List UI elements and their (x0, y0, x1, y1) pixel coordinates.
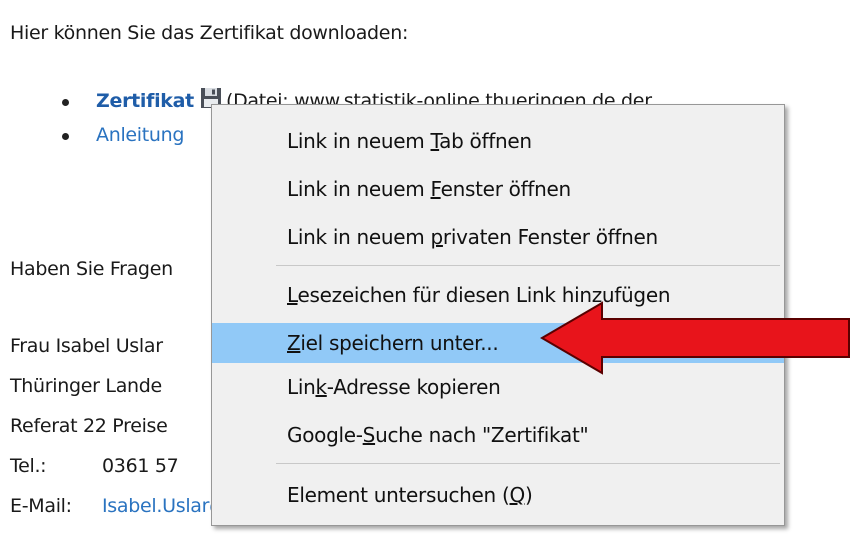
intro-text: Hier können Sie das Zertifikat downloade… (10, 22, 409, 44)
tel-value: 0361 57 (102, 455, 179, 477)
menu-item-open-new-tab[interactable]: Link in neuem Tab öffnen (212, 121, 784, 161)
red-arrow-annotation (540, 301, 850, 375)
menu-separator (276, 265, 780, 266)
email-label: E-Mail: (10, 495, 72, 517)
menu-item-open-new-window[interactable]: Link in neuem Fenster öffnen (212, 169, 784, 209)
zertifikat-link[interactable]: Zertifikat (96, 90, 194, 112)
bullet (62, 133, 69, 140)
menu-item-google-search[interactable]: Google-Suche nach "Zertifikat" (212, 415, 784, 455)
questions-text: Haben Sie Fragen (10, 258, 173, 280)
page: Hier können Sie das Zertifikat downloade… (0, 0, 851, 535)
anleitung-link[interactable]: Anleitung (96, 124, 184, 146)
tel-label: Tel.: (10, 455, 47, 477)
menu-item-inspect-element[interactable]: Element untersuchen (Q) (212, 475, 784, 515)
menu-separator (276, 463, 780, 464)
menu-item-open-private-window[interactable]: Link in neuem privaten Fenster öffnen (212, 217, 784, 257)
bullet (62, 99, 69, 106)
